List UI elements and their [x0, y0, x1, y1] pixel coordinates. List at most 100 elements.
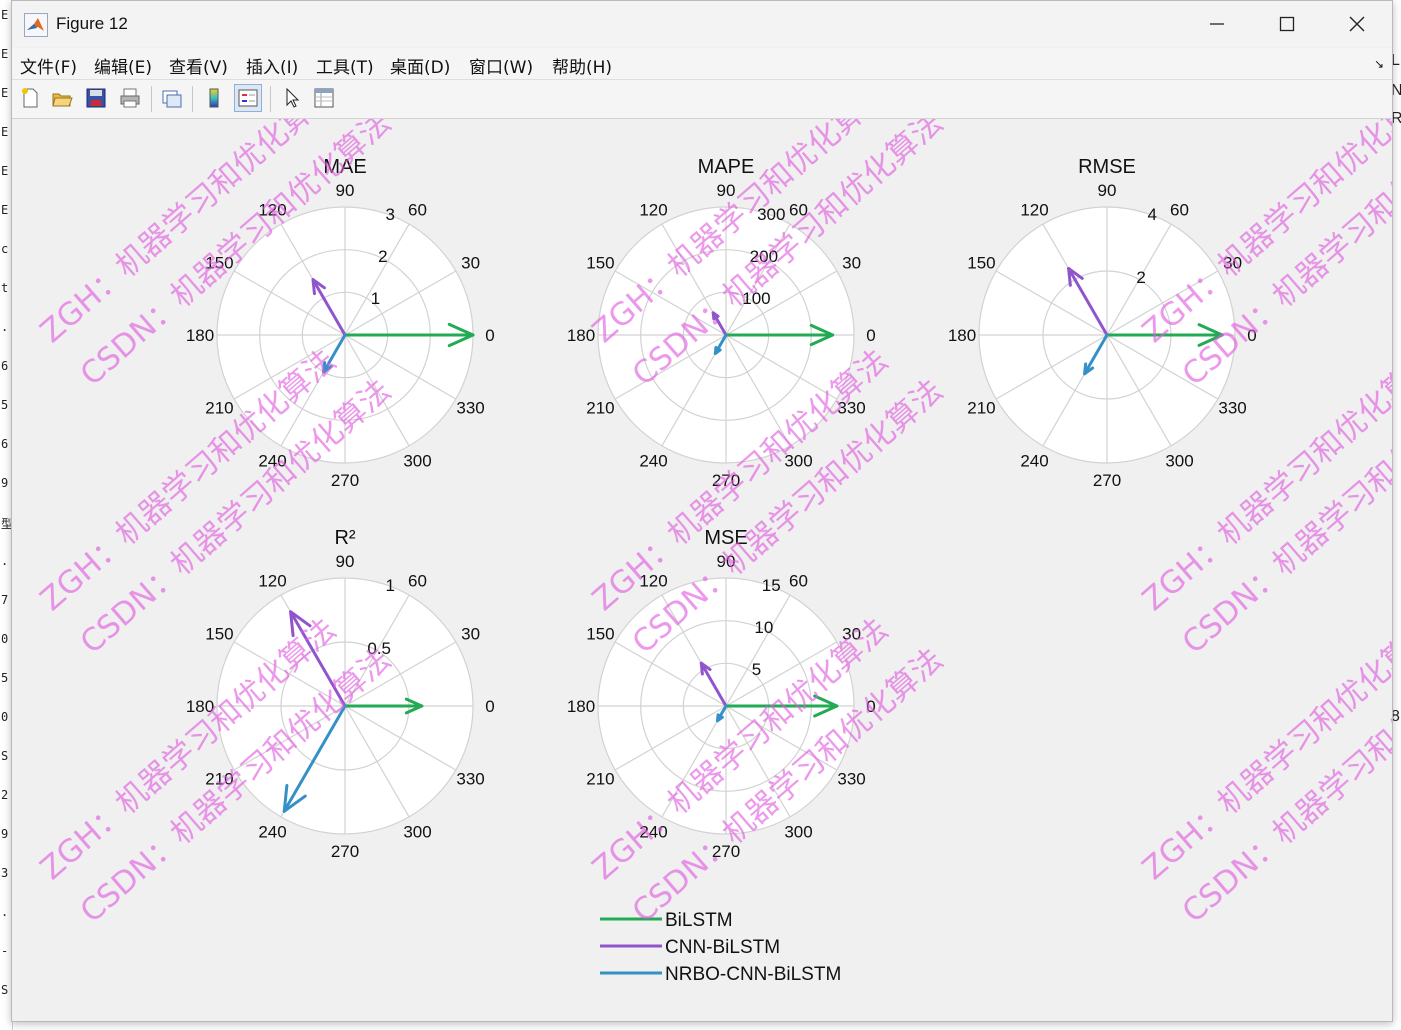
background-text-fragment: E: [1, 125, 9, 139]
save-icon[interactable]: [82, 84, 110, 112]
background-text-fragment: 2: [1, 788, 9, 802]
legend-entry: CNN-BiLSTM: [665, 937, 780, 958]
angle-tick-label: 90: [1098, 181, 1117, 200]
angle-tick-label: 210: [967, 399, 995, 418]
background-text-fragment: .: [1, 320, 9, 334]
angle-tick-label: 300: [1165, 452, 1193, 471]
legend-entry: NRBO-CNN-BiLSTM: [665, 964, 841, 985]
angle-tick-label: 330: [456, 770, 484, 789]
angle-tick-label: 330: [456, 399, 484, 418]
background-text-fragment: E: [1, 203, 9, 217]
angle-tick-label: 120: [1020, 200, 1048, 219]
background-text-fragment: 5: [1, 671, 9, 685]
radial-tick-label: 3: [386, 205, 395, 224]
angle-tick-label: 300: [403, 452, 431, 471]
new-figure-icon[interactable]: [16, 84, 44, 112]
matlab-logo-icon: [24, 13, 48, 37]
angle-tick-label: 150: [586, 625, 614, 644]
title-bar: Figure 12: [12, 1, 1392, 47]
toolbar-separator: [192, 86, 193, 112]
menu-help[interactable]: 帮助(H): [552, 53, 612, 78]
angle-tick-label: 330: [837, 770, 865, 789]
background-text-fragment: E: [1, 47, 9, 61]
figure-toolbar: [12, 80, 1392, 119]
expand-toolstrip-icon[interactable]: ↘: [1374, 57, 1384, 71]
background-text-fragment: .: [1, 554, 9, 568]
angle-tick-label: 210: [205, 399, 233, 418]
plot-title: RMSE: [1078, 156, 1136, 178]
angle-tick-label: 60: [408, 571, 427, 590]
radial-tick-label: 4: [1148, 205, 1157, 224]
angle-tick-label: 210: [586, 770, 614, 789]
background-text-fragment: E: [1, 8, 9, 22]
link-plot-icon[interactable]: [158, 84, 186, 112]
menu-insert[interactable]: 插入(I): [246, 53, 298, 78]
edit-plot-icon[interactable]: [278, 84, 306, 112]
angle-tick-label: 150: [967, 254, 995, 273]
angle-tick-label: 300: [403, 823, 431, 842]
print-icon[interactable]: [116, 84, 144, 112]
angle-tick-label: 240: [1020, 452, 1048, 471]
background-text-fragment: 9: [1, 476, 9, 490]
background-text-fragment: 6: [1, 359, 9, 373]
plot-title: R²: [334, 527, 355, 549]
background-text-fragment: -: [1, 944, 9, 958]
angle-tick-label: 90: [336, 181, 355, 200]
angle-tick-label: 300: [784, 823, 812, 842]
background-text-fragment: E: [1, 86, 9, 100]
colorbar-icon[interactable]: [200, 84, 228, 112]
angle-tick-label: 90: [336, 552, 355, 571]
background-text-fragment: 3: [1, 866, 9, 880]
angle-tick-label: 60: [789, 571, 808, 590]
background-text-fragment: S: [1, 983, 9, 997]
minimize-button[interactable]: [1182, 1, 1252, 47]
property-inspector-icon[interactable]: [310, 84, 338, 112]
background-text-fragment: 6: [1, 437, 9, 451]
angle-tick-label: 330: [1218, 399, 1246, 418]
plot-title: MAPE: [698, 156, 755, 178]
angle-tick-label: 270: [331, 842, 359, 861]
angle-tick-label: 150: [205, 625, 233, 644]
menu-desktop[interactable]: 桌面(D): [390, 53, 450, 78]
angle-tick-label: 30: [842, 254, 861, 273]
background-text-fragment: 0: [1, 632, 9, 646]
radial-tick-label: 15: [762, 576, 781, 595]
angle-tick-label: 180: [567, 697, 595, 716]
radial-tick-label: 5: [752, 660, 761, 679]
menu-edit[interactable]: 编辑(E): [94, 53, 152, 78]
menu-tools[interactable]: 工具(T): [316, 53, 374, 78]
figure-window: Figure 12 文件(F) 编辑(E) 查看(V) 插入(I) 工具(T) …: [11, 0, 1393, 1022]
angle-tick-label: 270: [1093, 471, 1121, 490]
angle-tick-label: 0: [485, 326, 494, 345]
legend-entry: BiLSTM: [665, 910, 733, 931]
angle-tick-label: 210: [586, 399, 614, 418]
menu-file[interactable]: 文件(F): [20, 53, 77, 78]
angle-tick-label: 0: [485, 697, 494, 716]
background-text-fragment: S: [1, 749, 9, 763]
polar-plots-svg: 0306090120150180210240270300330123MAE030…: [34, 119, 1392, 985]
angle-tick-label: 120: [258, 571, 286, 590]
legend-icon[interactable]: [234, 84, 262, 112]
angle-tick-label: 30: [461, 625, 480, 644]
toolbar-separator: [151, 86, 152, 112]
menu-bar: 文件(F) 编辑(E) 查看(V) 插入(I) 工具(T) 桌面(D) 窗口(W…: [12, 48, 1392, 80]
menu-window[interactable]: 窗口(W): [469, 53, 533, 78]
figure-canvas: 0 30 60 90 120 150 180 210 240 270 300 330 1 2 3 MAE 0 30…: [12, 119, 1392, 1021]
angle-tick-label: 60: [1170, 200, 1189, 219]
angle-tick-label: 240: [258, 823, 286, 842]
angle-tick-label: 270: [331, 471, 359, 490]
background-text-fragment: c: [1, 242, 9, 256]
open-file-icon[interactable]: [48, 84, 76, 112]
close-button[interactable]: [1322, 1, 1392, 47]
angle-tick-label: 120: [639, 200, 667, 219]
angle-tick-label: 150: [586, 254, 614, 273]
toolbar-separator: [270, 86, 271, 112]
background-text-fragment: .: [1, 905, 9, 919]
background-text-fragment: 0: [1, 710, 9, 724]
menu-view[interactable]: 查看(V): [169, 53, 228, 78]
radial-tick-label: 2: [378, 247, 387, 266]
maximize-button[interactable]: [1252, 1, 1322, 47]
angle-tick-label: 240: [639, 452, 667, 471]
radial-tick-label: 1: [386, 576, 395, 595]
window-title: Figure 12: [56, 14, 128, 33]
